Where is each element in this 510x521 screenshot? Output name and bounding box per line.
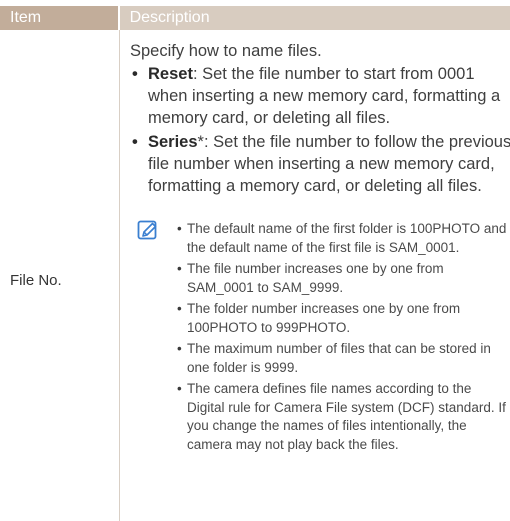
option-reset-text: : Set the file number to start from 0001… xyxy=(148,65,501,127)
table-header: Item Description xyxy=(0,6,510,30)
header-description: Description xyxy=(119,6,510,30)
description-intro: Specify how to name files. xyxy=(130,42,322,60)
option-reset-name: Reset xyxy=(148,65,193,83)
note-item: The folder number increases one by one f… xyxy=(177,300,507,337)
column-divider xyxy=(119,30,120,521)
item-label-file-no: File No. xyxy=(10,272,62,289)
note-list: The default name of the first folder is … xyxy=(177,220,507,457)
option-series-name: Series xyxy=(148,133,198,151)
note-item: The default name of the first folder is … xyxy=(177,220,507,257)
note-item: The maximum number of files that can be … xyxy=(177,340,507,377)
note-item: The camera defines file names according … xyxy=(177,380,507,454)
header-item: Item xyxy=(0,6,118,30)
note-item: The file number increases one by one fro… xyxy=(177,260,507,297)
option-reset: Reset: Set the file number to start from… xyxy=(130,63,510,129)
note-pencil-icon xyxy=(137,220,157,240)
option-series: Series*: Set the file number to follow t… xyxy=(130,131,510,197)
description-cell: Specify how to name files. Reset: Set th… xyxy=(130,40,510,199)
